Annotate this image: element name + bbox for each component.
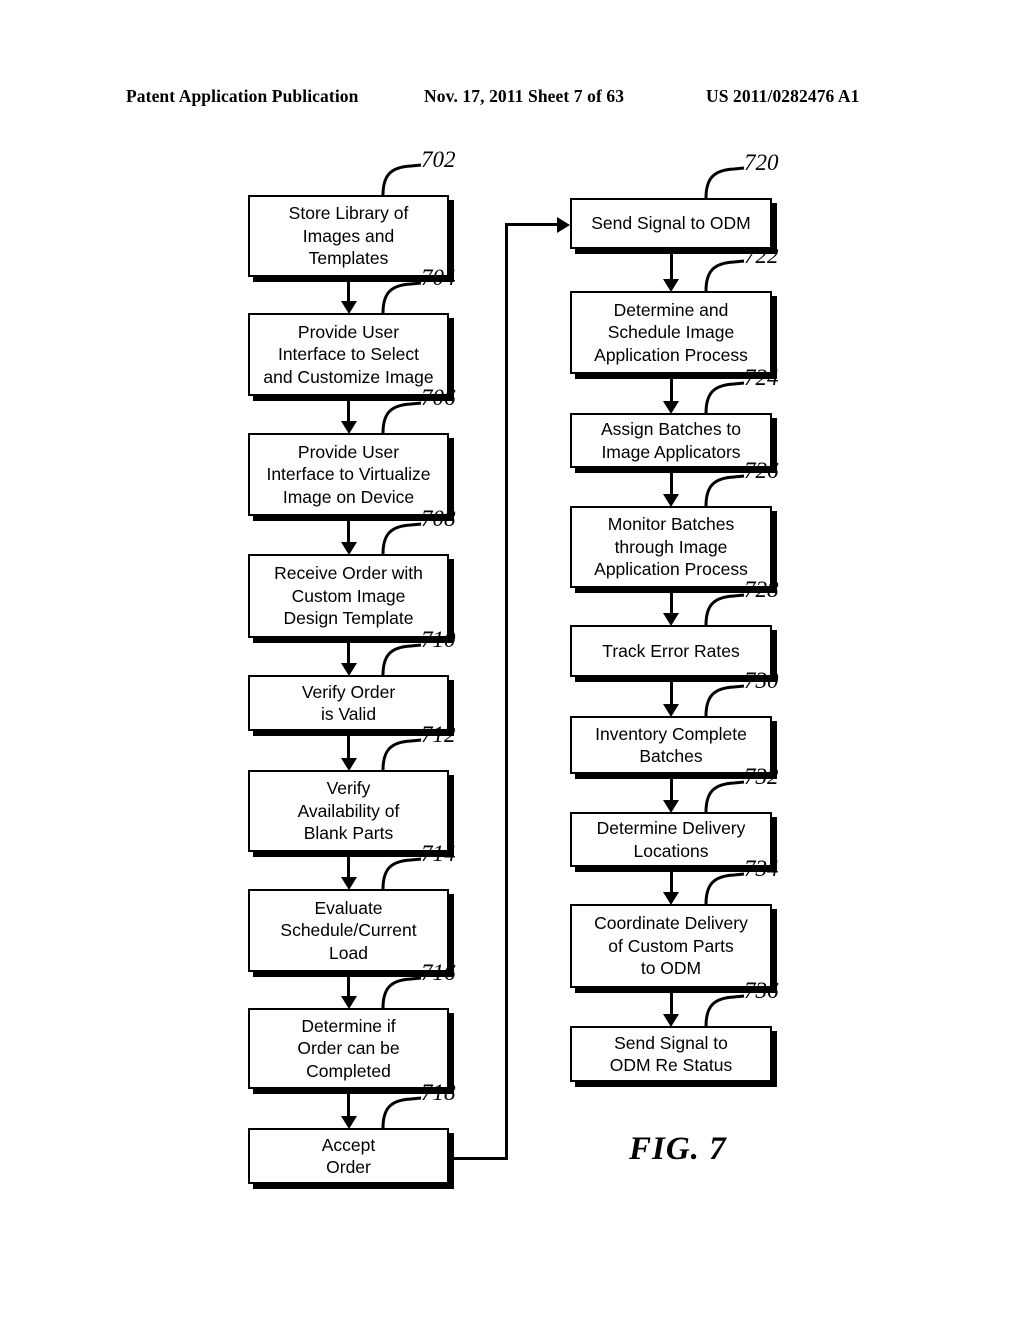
connector-728-to-730-line: [669, 680, 673, 705]
flow-step-label-708: Receive Order with Custom Image Design T…: [274, 563, 423, 629]
flow-step-label-722: Determine and Schedule Image Application…: [594, 299, 748, 365]
reference-numeral-710: 710: [421, 627, 456, 652]
reference-leader-724: [704, 381, 745, 414]
connector-706-to-708-line: [347, 519, 350, 543]
flow-step-label-734: Coordinate Delivery of Custom Parts to O…: [594, 913, 748, 979]
connector-718-to-720-segment-horizontal-lower: [449, 1157, 508, 1160]
patent-figure-sheet: Patent Application Publication Nov. 17, …: [0, 0, 1024, 1320]
reference-numeral-704: 704: [421, 265, 456, 290]
flow-step-720: Send Signal to ODM: [570, 198, 772, 249]
header-date-sheet: Nov. 17, 2011 Sheet 7 of 63: [424, 86, 625, 106]
reference-leader-714: [381, 857, 422, 890]
reference-leader-728: [704, 593, 745, 626]
connector-718-to-720-segment-horizontal-upper: [505, 223, 559, 226]
header-publication-title: Patent Application Publication: [126, 86, 359, 106]
connector-718-to-720-arrowhead: [557, 217, 570, 233]
reference-numeral-732: 732: [744, 764, 779, 789]
flow-step-706: Provide User Interface to Virtualize Ima…: [248, 433, 449, 516]
flow-step-714: Evaluate Schedule/Current Load: [248, 889, 449, 972]
reference-leader-730: [704, 684, 745, 717]
connector-726-to-728-line: [669, 591, 673, 614]
flow-step-label-732: Determine Delivery Locations: [596, 818, 746, 861]
flow-step-label-704: Provide User Interface to Select and Cus…: [263, 321, 434, 387]
flow-step-label-720: Send Signal to ODM: [591, 213, 751, 234]
connector-718-to-720-segment-vertical: [505, 223, 508, 1160]
flow-step-702: Store Library of Images and Templates: [248, 195, 449, 277]
flow-step-label-730: Inventory Complete Batches: [595, 723, 747, 766]
reference-leader-718: [381, 1096, 422, 1129]
flow-step-728: Track Error Rates: [570, 625, 772, 677]
reference-numeral-714: 714: [421, 841, 456, 866]
reference-numeral-702: 702: [421, 147, 456, 172]
reference-leader-716: [381, 976, 422, 1009]
flow-step-label-714: Evaluate Schedule/Current Load: [280, 897, 417, 963]
flow-step-label-712: Verify Availability of Blank Parts: [297, 778, 400, 844]
connector-732-to-734-line: [669, 870, 673, 893]
header-patent-number: US 2011/0282476 A1: [706, 86, 860, 106]
reference-numeral-718: 718: [421, 1080, 456, 1105]
reference-numeral-716: 716: [421, 960, 456, 985]
reference-numeral-712: 712: [421, 722, 456, 747]
reference-leader-702: [381, 163, 422, 196]
reference-numeral-734: 734: [744, 856, 779, 881]
connector-710-to-712-line: [347, 734, 350, 759]
reference-leader-736: [704, 994, 745, 1027]
flow-step-724: Assign Batches to Image Applicators: [570, 413, 772, 468]
flow-step-704: Provide User Interface to Select and Cus…: [248, 313, 449, 396]
reference-leader-710: [381, 643, 422, 676]
flow-step-732: Determine Delivery Locations: [570, 812, 772, 867]
reference-numeral-708: 708: [421, 506, 456, 531]
reference-numeral-722: 722: [744, 243, 779, 268]
flow-step-734: Coordinate Delivery of Custom Parts to O…: [570, 904, 772, 988]
figure-caption: FIG. 7: [629, 1131, 727, 1167]
reference-leader-726: [704, 474, 745, 507]
flow-step-label-728: Track Error Rates: [602, 640, 740, 661]
flow-step-710: Verify Order is Valid: [248, 675, 449, 731]
reference-numeral-728: 728: [744, 577, 779, 602]
flow-step-722: Determine and Schedule Image Application…: [570, 291, 772, 374]
reference-leader-732: [704, 780, 745, 813]
flow-step-716: Determine if Order can be Completed: [248, 1008, 449, 1089]
connector-724-to-726-line: [669, 471, 673, 495]
flow-step-label-706: Provide User Interface to Virtualize Ima…: [266, 441, 431, 507]
flow-step-label-726: Monitor Batches through Image Applicatio…: [594, 514, 748, 580]
connector-714-to-716-line: [347, 975, 350, 997]
flow-step-label-724: Assign Batches to Image Applicators: [600, 419, 742, 462]
reference-leader-708: [381, 522, 422, 555]
connector-708-to-710-line: [347, 641, 350, 664]
flow-step-726: Monitor Batches through Image Applicatio…: [570, 506, 772, 588]
flow-step-712: Verify Availability of Blank Parts: [248, 770, 449, 852]
flow-step-label-710: Verify Order is Valid: [301, 681, 396, 724]
flow-step-718: Accept Order: [248, 1128, 449, 1184]
reference-leader-720: [704, 166, 745, 199]
connector-734-to-736-line: [669, 991, 673, 1015]
connector-730-to-732-line: [669, 777, 673, 801]
reference-leader-722: [704, 259, 745, 292]
flow-step-736: Send Signal to ODM Re Status: [570, 1026, 772, 1082]
flow-step-708: Receive Order with Custom Image Design T…: [248, 554, 449, 638]
reference-numeral-720: 720: [744, 150, 779, 175]
connector-720-to-722-line: [669, 252, 673, 280]
reference-leader-734: [704, 872, 745, 905]
reference-leader-712: [381, 738, 422, 771]
connector-712-to-714-line: [347, 855, 350, 878]
connector-716-to-718-line: [347, 1092, 350, 1117]
connector-702-to-704-line: [347, 280, 350, 302]
connector-722-to-724-line: [669, 377, 673, 402]
reference-numeral-706: 706: [421, 385, 456, 410]
flow-step-label-718: Accept Order: [321, 1134, 376, 1177]
reference-leader-704: [381, 281, 422, 314]
flow-step-730: Inventory Complete Batches: [570, 716, 772, 774]
flow-step-label-702: Store Library of Images and Templates: [288, 203, 409, 269]
reference-numeral-730: 730: [744, 668, 779, 693]
reference-leader-706: [381, 401, 422, 434]
reference-numeral-724: 724: [744, 365, 779, 390]
flow-step-label-736: Send Signal to ODM Re Status: [609, 1032, 733, 1075]
connector-704-to-706-line: [347, 399, 350, 422]
reference-numeral-736: 736: [744, 978, 779, 1003]
reference-numeral-726: 726: [744, 458, 779, 483]
flow-step-label-716: Determine if Order can be Completed: [297, 1015, 400, 1081]
